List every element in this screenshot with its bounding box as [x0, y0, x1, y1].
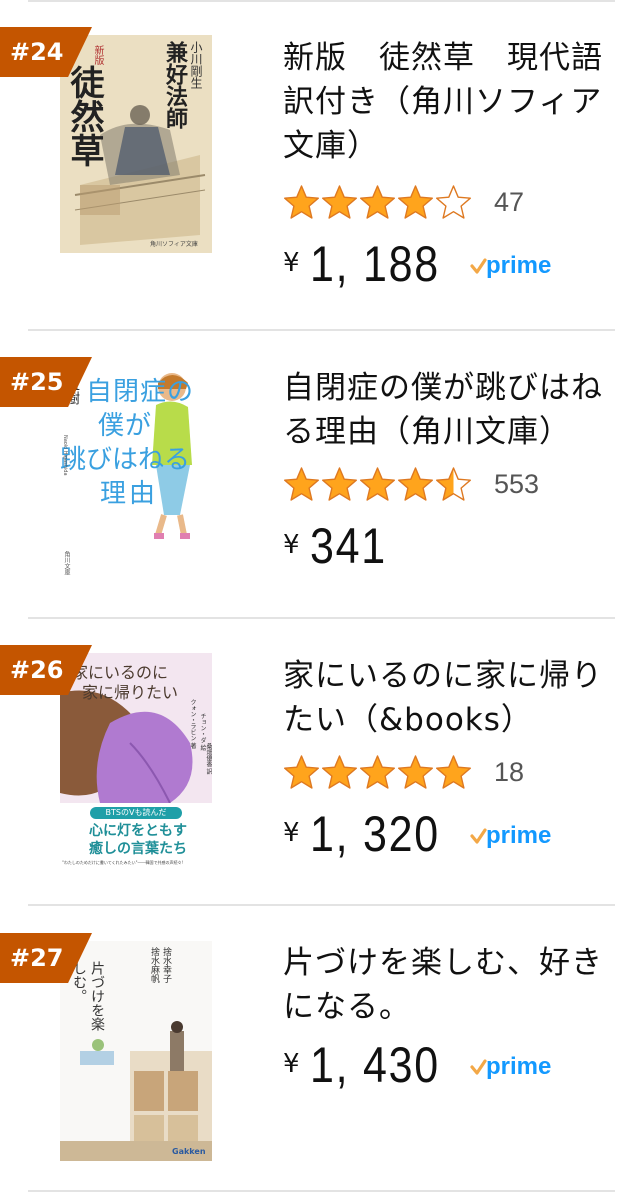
star-full-icon: [284, 184, 319, 219]
cover-title: 徒然草: [64, 65, 104, 167]
cover-author: クォン・ラビン 著: [189, 699, 196, 749]
yen-symbol: ¥: [283, 818, 300, 848]
yen-symbol: ¥: [283, 530, 300, 560]
star-full-icon: [436, 754, 471, 789]
product-title[interactable]: 家にいるのに家に帰りたい（&books）: [283, 654, 608, 742]
cover-author1: 捨水幸子: [161, 947, 171, 983]
book-cover-image[interactable]: 自閉症の 僕が 跳びはねる 理由 直樹 Naoki Higashida 角川文庫: [60, 365, 212, 583]
prime-logo: prime: [470, 822, 551, 849]
product-title[interactable]: 自閉症の僕が跳びはねる理由（角川文庫）: [283, 366, 608, 454]
product-title[interactable]: 新版 徒然草 現代語訳付き（角川ソフィア文庫）: [283, 36, 608, 168]
cover-series-top: 新版: [92, 45, 103, 65]
star-full-icon: [322, 184, 357, 219]
star-half-icon: [436, 466, 471, 501]
prime-logo: prime: [470, 1053, 551, 1080]
star-full-icon: [360, 184, 395, 219]
cover-publisher: 角川ソフィア文庫: [150, 241, 198, 248]
product-title[interactable]: 片づけを楽しむ、好きになる。: [283, 941, 608, 1029]
rating-row[interactable]: 18: [283, 752, 524, 792]
cover-author-roman: Naoki Higashida: [62, 435, 68, 476]
price-amount: 1, 430: [309, 1037, 440, 1093]
cover-title: 片づけを楽しむ。: [71, 961, 105, 1031]
cover-publisher: 角川文庫: [63, 551, 70, 575]
prime-label: prime: [486, 822, 551, 849]
book-cover-image[interactable]: 徒然草 兼好法師 小川剛生 新版 角川ソフィア文庫: [60, 35, 212, 253]
cover-title-line2: 僕が: [98, 411, 153, 441]
cover-author2: 捨水麻帆: [149, 947, 159, 983]
star-empty-icon: [436, 184, 471, 219]
review-count[interactable]: 47: [494, 187, 524, 218]
yen-symbol: ¥: [283, 1049, 300, 1079]
price-row: ¥ 1, 320: [283, 802, 461, 862]
rating-row[interactable]: 47: [283, 182, 524, 222]
star-full-icon: [398, 466, 433, 501]
star-full-icon: [398, 754, 433, 789]
cover-author: 兼好法師: [162, 41, 188, 129]
product-item-26[interactable]: #26 家にいるのに 家に帰りたい クォン・ラビン 著 チョン・ダ 絵 桑畑優香…: [0, 618, 630, 905]
review-count[interactable]: 553: [494, 469, 539, 500]
product-item-25[interactable]: #25 自閉症の 僕が 跳びはねる 理由 直樹 Naoki Higashida …: [0, 330, 630, 618]
cover-editor: 小川剛生: [189, 41, 203, 89]
star-rating: [283, 466, 472, 503]
prime-check-icon: [470, 258, 487, 274]
star-full-icon: [284, 754, 319, 789]
cover-band-line2: 癒しの言葉たち: [89, 841, 187, 857]
prime-check-icon: [470, 828, 487, 844]
review-count[interactable]: 18: [494, 757, 524, 788]
cover-translator: 桑畑優香 訳: [205, 743, 212, 775]
price-amount: 1, 320: [309, 806, 440, 862]
price-amount: 1, 188: [309, 236, 440, 292]
item-divider: [28, 1190, 615, 1192]
cover-publisher: Gakken: [172, 1147, 206, 1156]
star-rating: [283, 754, 472, 791]
star-full-icon: [322, 466, 357, 501]
prime-label: prime: [486, 252, 551, 279]
prime-logo: prime: [470, 252, 551, 279]
star-full-icon: [360, 466, 395, 501]
cover-note: "わたしのためだけに書いてくれたみたい"――韓国で共感の声続々!: [62, 860, 184, 865]
price-row: ¥ 341: [283, 514, 399, 574]
price-amount: 341: [309, 518, 387, 574]
cover-title-line2: 家に帰りたい: [82, 683, 179, 702]
prime-badge-icon: prime: [470, 252, 552, 282]
product-item-24[interactable]: #24 徒然草 兼好法師 小川剛生 新版 角川ソフィア文庫 新版 徒然草 現代語…: [0, 0, 630, 330]
yen-symbol: ¥: [283, 248, 300, 278]
price-row: ¥ 1, 430: [283, 1033, 461, 1093]
cover-title-line1: 自閉症の: [86, 377, 195, 407]
prime-check-icon: [470, 1059, 487, 1075]
rating-row[interactable]: 553: [283, 464, 539, 504]
book-cover-image[interactable]: 片づけを楽しむ。 捨水幸子 捨水麻帆 Gakken: [60, 941, 212, 1161]
cover-band-line1: 心に灯をともす: [89, 823, 187, 839]
prime-badge-icon: prime: [470, 822, 552, 852]
book-cover-image[interactable]: 家にいるのに 家に帰りたい クォン・ラビン 著 チョン・ダ 絵 桑畑優香 訳 B…: [60, 653, 212, 871]
cover-title-line3: 跳びはねる: [60, 445, 191, 475]
star-rating: [283, 184, 472, 221]
prime-label: prime: [486, 1053, 551, 1080]
star-full-icon: [360, 754, 395, 789]
star-full-icon: [398, 184, 433, 219]
star-full-icon: [322, 754, 357, 789]
star-full-icon: [284, 466, 319, 501]
cover-tag: BTSのVも読んだ: [105, 808, 167, 817]
product-item-27[interactable]: #27 片づけを楽しむ。 捨水幸子 捨水麻帆 Gakken 片づけを楽しむ、好き…: [0, 905, 630, 1195]
price-row: ¥ 1, 188: [283, 232, 461, 292]
cover-title-line4: 理由: [100, 479, 159, 509]
prime-badge-icon: prime: [470, 1053, 552, 1083]
